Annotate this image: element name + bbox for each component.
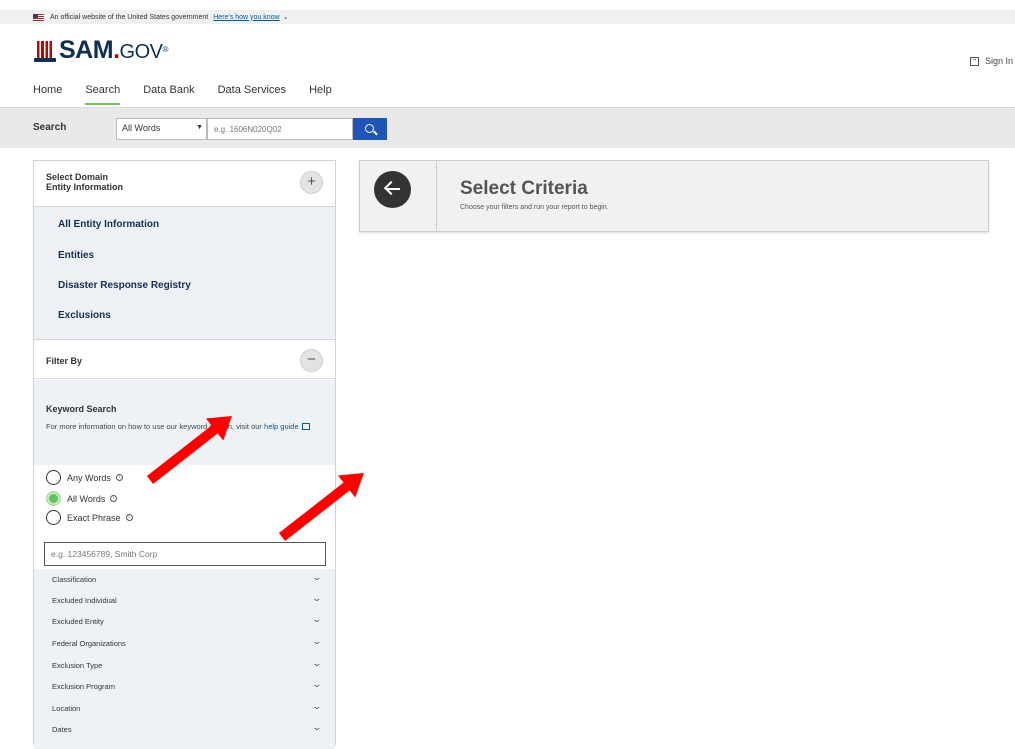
search-type-select[interactable]: All Words ▼ [116,118,207,140]
external-link-icon [301,423,310,430]
collapse-filter-button[interactable]: − [300,349,323,372]
radio-circle[interactable] [46,470,61,485]
filter-section-dates[interactable]: Dates ⌄ [34,719,335,740]
logo-reg: ® [162,45,168,54]
primary-nav: Home Search Data Bank Data Services Help [33,84,355,105]
filter-section-exclusion-program[interactable]: Exclusion Program ⌄ [34,676,335,697]
radio-exact-phrase[interactable]: Exact Phrase i [46,510,133,525]
gov-banner-text: An official website of the United States… [50,13,209,21]
sign-in-icon [969,54,979,66]
search-label: Search [33,122,67,133]
domain-selector[interactable]: Select Domain Entity Information + [34,161,335,207]
search-button[interactable] [353,118,387,140]
select-criteria-card: Select Criteria Choose your filters and … [359,160,989,232]
radio-any-words[interactable]: Any Words i [46,470,123,485]
logo-sam: SAM [59,36,114,64]
filter-section-excluded-individual[interactable]: Excluded Individual ⌄ [34,590,335,611]
chevron-down-icon: ⌄ [311,658,323,668]
domain-item-disaster-response[interactable]: Disaster Response Registry [58,280,191,291]
chevron-down-icon: ⌄ [311,701,323,711]
radio-label: Exact Phrase [67,512,121,523]
radio-circle[interactable] [46,510,61,525]
filter-by-header[interactable]: Filter By − [34,341,335,379]
info-icon[interactable]: i [110,495,118,502]
filter-section-label: Exclusion Program [52,682,115,691]
keyword-input[interactable] [44,542,326,566]
nav-data-bank[interactable]: Data Bank [143,84,194,105]
filter-section-location[interactable]: Location ⌄ [34,698,335,719]
chevron-down-icon: ⌄ [311,636,323,646]
filter-section-label: Classification [52,575,97,584]
us-flag-icon [33,13,44,21]
logo-wordmark: SAM.GOV® [59,37,168,65]
filter-section-label: Location [52,704,81,713]
nav-search[interactable]: Search [85,84,121,105]
info-icon[interactable]: i [115,474,123,481]
chevron-down-icon: ⌄ [311,614,323,624]
help-guide-link[interactable]: help guide [264,422,310,431]
chevron-down-icon: ⌄ [311,572,323,582]
radio-label: Any Words [67,472,111,483]
arrow-left-icon [374,171,411,208]
expand-domain-button[interactable]: + [300,171,323,194]
filter-section-label: Excluded Entity [52,617,104,626]
search-icon [364,123,374,133]
search-input[interactable] [207,118,353,140]
heres-how-you-know-link[interactable]: Here's how you know [213,14,279,21]
uncle-sam-hat-icon [34,41,56,65]
caret-down-icon: ▼ [196,124,203,131]
domain-value: Entity Information [46,182,123,192]
chevron-down-icon: ⌄ [311,722,323,732]
domain-item-exclusions[interactable]: Exclusions [58,310,111,321]
criteria-subtitle: Choose your filters and run your report … [460,204,609,211]
filter-section-exclusion-type[interactable]: Exclusion Type ⌄ [34,655,335,676]
search-bar: Search All Words ▼ [0,107,1015,148]
chevron-down-icon[interactable]: ⌄ [283,13,289,21]
criteria-title: Select Criteria [460,178,588,199]
radio-circle-checked[interactable] [46,491,61,506]
nav-data-services[interactable]: Data Services [218,84,286,105]
chevron-down-icon: ⌄ [311,679,323,689]
nav-help[interactable]: Help [309,84,332,105]
filter-section-classification[interactable]: Classification ⌄ [34,569,335,590]
filter-section-excluded-entity[interactable]: Excluded Entity ⌄ [34,611,335,632]
sign-in-label: Sign In [984,56,1013,66]
radio-label: All Words [67,493,106,504]
help-guide-label: help guide [264,422,299,431]
sign-in-link[interactable]: Sign In [969,54,1013,66]
info-icon[interactable]: i [125,514,133,521]
filter-by-title: Filter By [46,356,83,366]
domain-item-entities[interactable]: Entities [58,250,94,261]
domain-item-all-entity[interactable]: All Entity Information [58,219,159,230]
filter-section-label: Exclusion Type [52,661,103,670]
keyword-search-title: Keyword Search [46,404,117,414]
gov-banner: An official website of the United States… [0,10,1015,24]
sam-gov-logo[interactable]: SAM.GOV® [34,37,168,65]
radio-all-words[interactable]: All Words i [46,491,118,506]
logo-gov: GOV [119,41,163,63]
keyword-help-text: For more information on how to use our k… [46,421,331,433]
filter-section-label: Excluded Individual [52,596,117,605]
search-type-value: All Words [122,123,161,133]
filter-sections: Classification ⌄ Excluded Individual ⌄ E… [34,569,335,749]
chevron-down-icon: ⌄ [311,593,323,603]
domain-label: Select Domain [46,172,109,182]
filter-section-federal-organizations[interactable]: Federal Organizations ⌄ [34,633,335,654]
nav-home[interactable]: Home [33,84,62,105]
filter-section-label: Federal Organizations [52,639,126,648]
domain-list: All Entity Information Entities Disaster… [34,207,335,340]
domain-title: Select Domain Entity Information [46,172,123,192]
filter-section-label: Dates [52,725,72,734]
criteria-icon-cell [360,161,437,231]
